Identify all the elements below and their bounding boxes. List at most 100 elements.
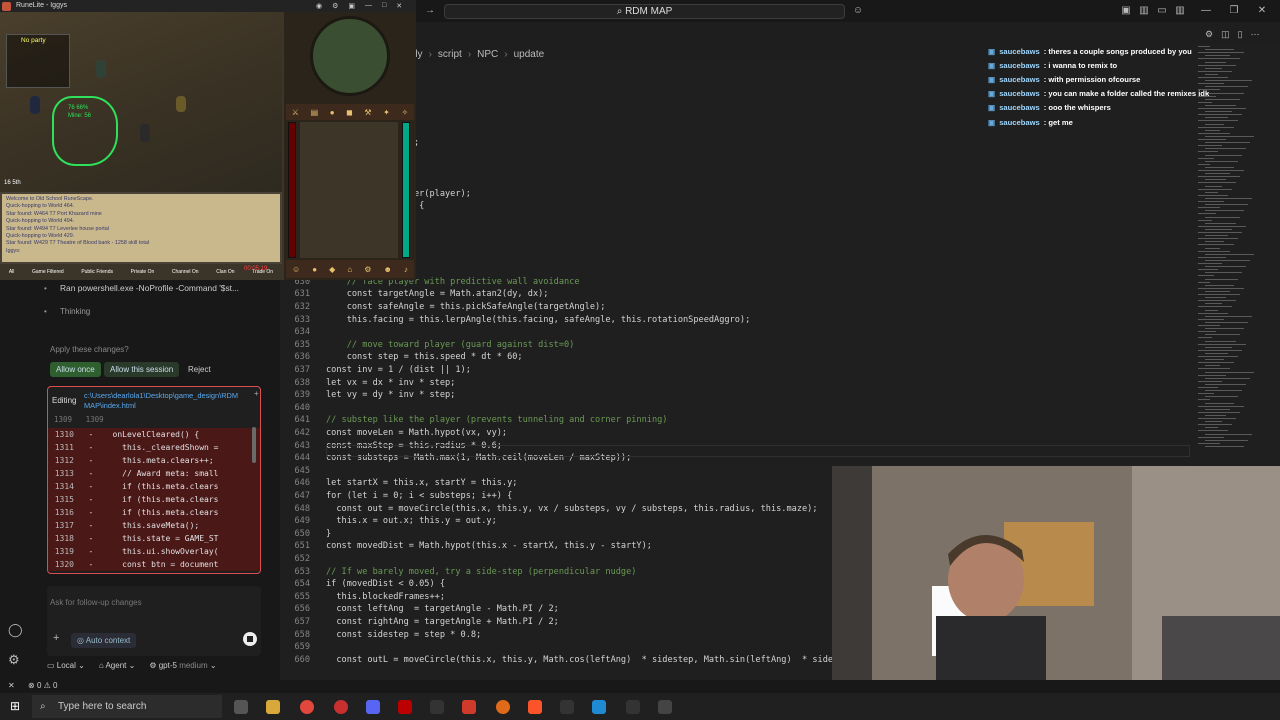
blender-icon[interactable]	[496, 700, 510, 714]
task-view-icon[interactable]	[234, 700, 248, 714]
screenshot-icon[interactable]: ▣	[348, 2, 355, 11]
command-center-search[interactable]: ⌕ RDM MAP	[444, 4, 845, 19]
quest-tab-icon[interactable]: ●	[330, 108, 335, 117]
runelite-game-window[interactable]: RuneLite - Iggys ◉ ⚙ ▣ — □ ✕ No party 76 66% M…	[0, 0, 416, 280]
agent-mode-selector[interactable]: ⌂ Agent ⌄	[99, 661, 135, 673]
breadcrumb-item[interactable]: NPC	[477, 49, 498, 60]
allow-session-button[interactable]: Allow this session	[104, 362, 180, 377]
account-icon[interactable]: ◯	[8, 622, 23, 638]
vscode-icon[interactable]	[592, 700, 606, 714]
app-icon[interactable]	[334, 700, 348, 714]
minimap-line	[1198, 163, 1210, 165]
allow-once-button[interactable]: Allow once	[50, 362, 101, 377]
magic-tab-icon[interactable]: ✧	[401, 108, 408, 117]
tool-call-summary[interactable]: Ran powershell.exe -NoProfile -Command '…	[60, 283, 280, 293]
equipment-tab-icon[interactable]: ⚒	[364, 108, 371, 117]
code-text: this.facing = this.lerpAngle(this.facing…	[326, 314, 751, 325]
friends-tab-icon[interactable]: ☺	[292, 265, 300, 274]
game-minimap[interactable]	[310, 16, 390, 96]
chat-username: saucebaws	[999, 60, 1040, 70]
code-text: for (let i = 0; i < substeps; i++) {	[326, 491, 513, 501]
secondary-sidebar-icon[interactable]: ▥	[1174, 5, 1186, 17]
inventory-panel[interactable]	[300, 122, 398, 258]
minimap-line	[1198, 132, 1230, 134]
game-chatbox[interactable]: Welcome to Old School RuneScape. Quick-ho…	[0, 192, 282, 264]
terminal-icon[interactable]	[560, 700, 574, 714]
line-number: 641	[294, 415, 310, 426]
settings-tab-icon[interactable]: ⚙	[364, 265, 371, 274]
discord-icon[interactable]: ◉	[316, 2, 322, 11]
minimap-line	[1205, 309, 1218, 311]
copilot-icon[interactable]: ☺	[852, 5, 864, 17]
close-icon[interactable]: ✕	[1256, 5, 1268, 17]
editor-app-icon[interactable]	[430, 700, 444, 714]
stop-button[interactable]	[243, 632, 257, 646]
line-number: 648	[294, 503, 310, 514]
breadcrumb-item[interactable]: update	[514, 49, 545, 60]
chat-message: ▣ saucebaws: with permission ofcourse	[988, 72, 1280, 86]
app-icon[interactable]	[462, 700, 476, 714]
player-sprite[interactable]	[30, 96, 40, 114]
breadcrumb-item[interactable]: script	[438, 49, 462, 60]
chrome-icon[interactable]	[300, 700, 314, 714]
remote-icon[interactable]: ✕	[8, 681, 15, 690]
cursor-icon[interactable]	[626, 700, 640, 714]
environment-selector[interactable]: ▭ Local ⌄	[47, 661, 85, 673]
minimize-icon[interactable]: —	[1200, 5, 1212, 17]
gear-icon[interactable]: ⚙	[332, 2, 338, 11]
search-icon: ⌕	[40, 701, 46, 712]
line-number: 634	[294, 327, 310, 338]
file-explorer-icon[interactable]	[266, 700, 280, 714]
logout-tab-icon[interactable]: ⌂	[347, 265, 352, 274]
close-diff-icon[interactable]: +	[254, 389, 259, 398]
chat-filter-tab[interactable]: Game Filtered	[32, 269, 64, 275]
reject-button[interactable]: Reject	[182, 362, 217, 377]
chat-filter-tab[interactable]: Public Friends	[81, 269, 113, 275]
inventory-tab-icon[interactable]: ◼	[346, 108, 353, 117]
close-icon[interactable]: ✕	[396, 2, 402, 11]
chat-filter-tab[interactable]: Clan On	[216, 269, 234, 275]
brave-icon[interactable]	[528, 700, 542, 714]
npc-sprite[interactable]	[176, 96, 186, 112]
restore-icon[interactable]: ❐	[1228, 5, 1240, 17]
split-editor-icon[interactable]: ◫	[1221, 29, 1230, 41]
npc-sprite[interactable]	[140, 124, 150, 142]
minimap-line	[1198, 139, 1226, 140]
emotes-tab-icon[interactable]: ☻	[383, 265, 391, 274]
runelite-icon[interactable]	[658, 700, 672, 714]
stats-tab-icon[interactable]: ▤	[311, 108, 319, 117]
add-context-icon[interactable]: +	[53, 632, 59, 644]
sidebar-toggle-icon[interactable]: ▥	[1138, 5, 1150, 17]
back-arrow-icon[interactable]: →	[424, 5, 436, 17]
chat-filter-tab[interactable]: All	[9, 269, 15, 275]
file-path-link[interactable]: c:\Users\dearlola1\Desktop\game_design\R…	[84, 391, 256, 411]
npc-sprite[interactable]	[96, 60, 106, 78]
minimap-line	[1205, 290, 1230, 292]
maximize-icon[interactable]: □	[382, 2, 386, 11]
chat-filter-tab[interactable]: Channel On	[172, 269, 199, 275]
minimap-line	[1205, 266, 1246, 268]
chat-filter-tab[interactable]: Private On	[131, 269, 155, 275]
minimize-icon[interactable]: —	[365, 2, 372, 11]
taskbar-search[interactable]: ⌕ Type here to search	[32, 695, 222, 718]
music-tab-icon[interactable]: ♪	[404, 265, 408, 274]
discord-icon[interactable]	[366, 700, 380, 714]
toggle-panel-icon[interactable]: ▯	[1238, 29, 1243, 41]
voicemod-icon[interactable]	[398, 700, 412, 714]
account-tab-icon[interactable]: ●	[312, 265, 317, 274]
start-icon[interactable]: ⊞	[10, 699, 20, 713]
followup-input[interactable]: Ask for follow-up changes	[50, 598, 142, 607]
settings-gear-icon[interactable]: ⚙	[8, 652, 20, 668]
more-actions-icon[interactable]: ⋯	[1251, 29, 1260, 41]
model-selector[interactable]: ⚙ gpt-5 medium ⌄	[149, 661, 216, 673]
combat-tab-icon[interactable]: ⚔	[292, 108, 299, 117]
problems-indicator[interactable]: ⊗ 0 ⚠ 0	[28, 681, 57, 690]
layout-toggle-icon[interactable]: ▣	[1120, 5, 1132, 17]
diff-scrollbar[interactable]	[252, 427, 256, 463]
diff-preview[interactable]: Editing c:\Users\dearlola1\Desktop\game_…	[47, 386, 261, 574]
settings-gear-icon[interactable]: ⚙	[1205, 29, 1213, 41]
auto-context-button[interactable]: ◎ Auto context	[71, 633, 137, 648]
clan-tab-icon[interactable]: ◆	[329, 265, 335, 274]
panel-toggle-icon[interactable]: ▭	[1156, 5, 1168, 17]
prayer-tab-icon[interactable]: ✦	[383, 108, 390, 117]
